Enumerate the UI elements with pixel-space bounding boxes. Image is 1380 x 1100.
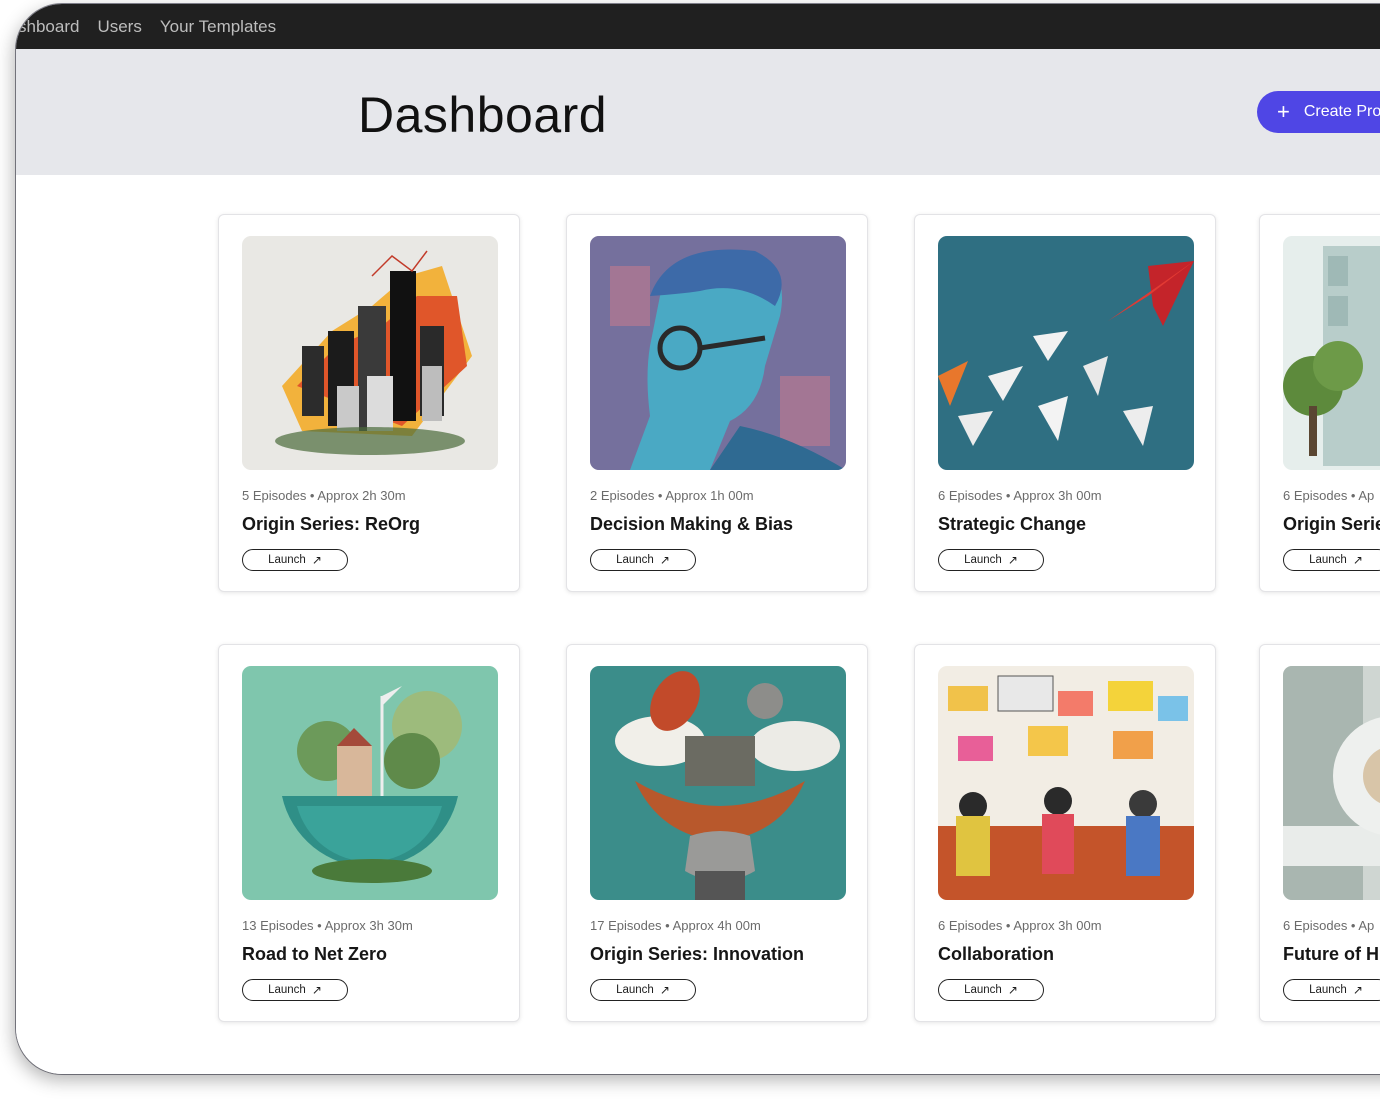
template-card[interactable]: 6 Episodes • Ap Future of H Launch ↗ — [1259, 644, 1380, 1022]
launch-button[interactable]: Launch ↗ — [938, 549, 1044, 571]
card-meta: 2 Episodes • Approx 1h 00m — [590, 488, 754, 503]
launch-button[interactable]: Launch ↗ — [590, 979, 696, 1001]
card-title: Collaboration — [938, 944, 1054, 964]
arrow-up-right-icon: ↗ — [1007, 983, 1018, 997]
launch-label: Launch — [616, 554, 654, 566]
arrow-up-right-icon: ↗ — [659, 983, 670, 997]
launch-button[interactable]: Launch ↗ — [242, 979, 348, 1001]
page-header: Dashboard + Create Proj — [16, 49, 1380, 175]
nav-your-templates[interactable]: Your Templates — [160, 17, 276, 37]
arrow-up-right-icon: ↗ — [1007, 553, 1018, 567]
paper-planes-image — [938, 236, 1194, 470]
card-title: Origin Serie — [1283, 514, 1380, 534]
launch-button[interactable]: Launch ↗ — [242, 549, 348, 571]
launch-label: Launch — [964, 984, 1002, 996]
city-chart-image — [242, 236, 498, 470]
launch-button[interactable]: Launch ↗ — [1283, 979, 1380, 1001]
card-meta: 6 Episodes • Approx 3h 00m — [938, 918, 1102, 933]
medical-room-image — [1283, 666, 1380, 900]
card-thumbnail-collaboration — [938, 666, 1194, 900]
card-title: Road to Net Zero — [242, 944, 388, 964]
nav-dashboard[interactable]: shboard — [18, 17, 79, 37]
arrow-up-right-icon: ↗ — [311, 553, 322, 567]
card-thumbnail-portrait — [590, 236, 846, 470]
card-meta: 6 Episodes • Approx 3h 00m — [938, 488, 1102, 503]
launch-label: Launch — [1309, 554, 1347, 566]
card-title: Origin Series: Innovation — [590, 944, 805, 964]
card-meta: 17 Episodes • Approx 4h 00m — [590, 918, 761, 933]
launch-label: Launch — [616, 984, 654, 996]
launch-label: Launch — [268, 984, 306, 996]
create-project-button[interactable]: + Create Proj — [1257, 91, 1380, 133]
arrow-up-right-icon: ↗ — [1352, 983, 1363, 997]
template-card[interactable]: 6 Episodes • Ap Origin Serie Launch ↗ — [1259, 214, 1380, 592]
card-thumbnail-innovation-head — [590, 666, 846, 900]
card-title: Origin Series: ReOrg — [242, 514, 421, 534]
launch-label: Launch — [964, 554, 1002, 566]
card-meta: 13 Episodes • Approx 3h 30m — [242, 918, 413, 933]
card-thumbnail-globe — [242, 666, 498, 900]
template-card[interactable]: 17 Episodes • Approx 4h 00m Origin Serie… — [566, 644, 868, 1022]
plus-icon: + — [1277, 99, 1290, 124]
page-title: Dashboard — [358, 87, 608, 143]
portrait-image — [590, 236, 846, 470]
template-card[interactable]: 13 Episodes • Approx 3h 30m Road to Net … — [218, 644, 520, 1022]
launch-button[interactable]: Launch ↗ — [590, 549, 696, 571]
nav-links: shboard Users Your Templates — [16, 4, 294, 49]
building-tree-image — [1283, 236, 1380, 470]
card-thumbnail-building-tree — [1283, 236, 1380, 470]
globe-image — [242, 666, 498, 900]
template-grid: 5 Episodes • Approx 2h 30m Origin Series… — [16, 175, 1380, 1074]
card-meta: 6 Episodes • Ap — [1283, 918, 1375, 933]
launch-label: Launch — [1309, 984, 1347, 996]
card-meta: 5 Episodes • Approx 2h 30m — [242, 488, 406, 503]
card-meta: 6 Episodes • Ap — [1283, 488, 1375, 503]
card-title: Decision Making & Bias — [590, 514, 794, 534]
card-thumbnail-medical-room — [1283, 666, 1380, 900]
template-card[interactable]: 6 Episodes • Approx 3h 00m Collaboration… — [914, 644, 1216, 1022]
app-window: shboard Users Your Templates Dashboard +… — [16, 4, 1380, 1074]
create-project-label: Create Proj — [1303, 103, 1380, 120]
card-title: Strategic Change — [938, 514, 1087, 534]
arrow-up-right-icon: ↗ — [311, 983, 322, 997]
launch-label: Launch — [268, 554, 306, 566]
nav-users[interactable]: Users — [97, 17, 141, 37]
collaboration-image — [938, 666, 1194, 900]
top-navigation: shboard Users Your Templates — [16, 4, 1380, 49]
card-thumbnail-paper-planes — [938, 236, 1194, 470]
innovation-head-image — [590, 666, 846, 900]
template-card[interactable]: 2 Episodes • Approx 1h 00m Decision Maki… — [566, 214, 868, 592]
arrow-up-right-icon: ↗ — [1352, 553, 1363, 567]
arrow-up-right-icon: ↗ — [659, 553, 670, 567]
template-card[interactable]: 5 Episodes • Approx 2h 30m Origin Series… — [218, 214, 520, 592]
card-title: Future of H — [1283, 944, 1379, 964]
template-card[interactable]: 6 Episodes • Approx 3h 00m Strategic Cha… — [914, 214, 1216, 592]
card-thumbnail-city-chart — [242, 236, 498, 470]
launch-button[interactable]: Launch ↗ — [1283, 549, 1380, 571]
launch-button[interactable]: Launch ↗ — [938, 979, 1044, 1001]
